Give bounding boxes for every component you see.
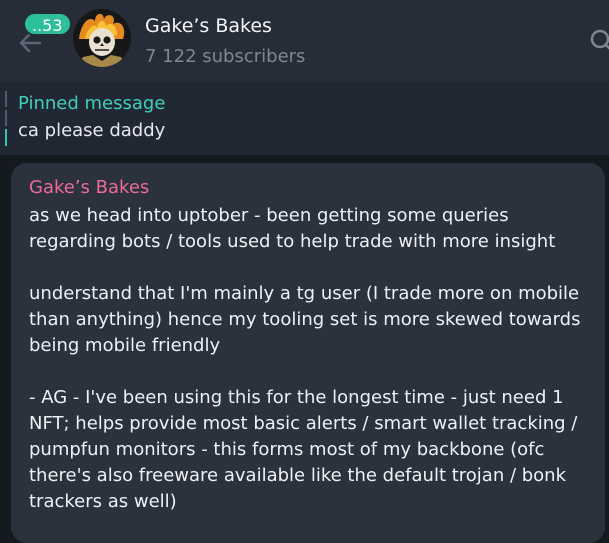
- pinned-indicator: [5, 91, 7, 146]
- channel-avatar[interactable]: [73, 9, 131, 67]
- chat-header: ..53 Gake’s Bakes 7 122 subscribers: [0, 0, 609, 82]
- message-paragraph: as we head into uptober - been getting s…: [29, 205, 556, 252]
- message-author[interactable]: Gake’s Bakes: [29, 176, 149, 200]
- search-icon[interactable]: [588, 28, 609, 54]
- message-paragraph: understand that I'm mainly a tg user (I …: [29, 283, 581, 356]
- message-body: as we head into uptober - been getting s…: [29, 203, 597, 541]
- message-bubble[interactable]: Gake’s Bakes as we head into uptober - b…: [11, 163, 605, 543]
- pinned-label: Pinned message: [18, 93, 166, 114]
- channel-title[interactable]: Gake’s Bakes: [145, 14, 272, 38]
- pinned-text: ca please daddy: [18, 120, 166, 141]
- pinned-message-bar[interactable]: Pinned message ca please daddy: [0, 82, 609, 155]
- unread-count-badge[interactable]: ..53: [23, 12, 72, 36]
- message-paragraph: - AG - I've been using this for the long…: [29, 387, 578, 512]
- subscriber-count: 7 122 subscribers: [145, 46, 306, 67]
